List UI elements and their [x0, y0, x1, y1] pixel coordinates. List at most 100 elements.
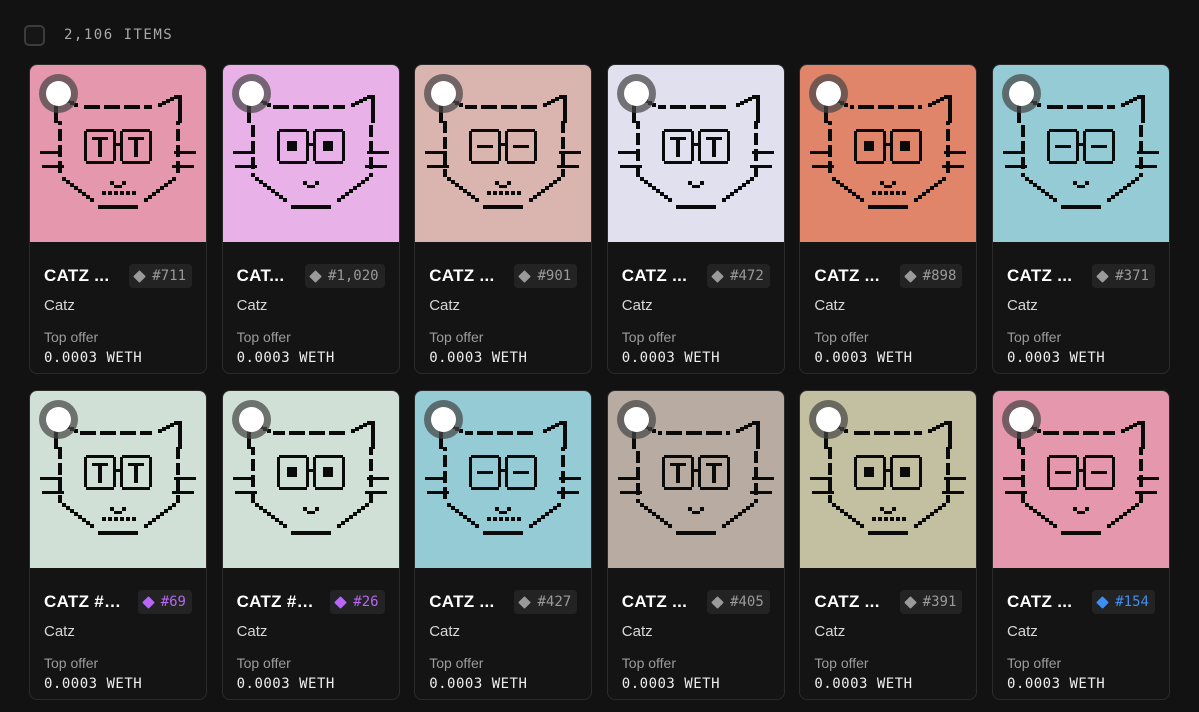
- nft-card[interactable]: CATZ ... #472 Catz Top offer 0.0003 WETH: [606, 64, 785, 374]
- nft-title[interactable]: CAT...: [237, 266, 285, 286]
- rarity-rank: #711: [152, 268, 186, 284]
- top-offer-label: Top offer: [1006, 329, 1062, 345]
- nft-card[interactable]: CAT... #1,020 Catz Top offer 0.0003 WETH: [221, 64, 400, 374]
- select-dot: [46, 407, 71, 432]
- title-row: CATZ #1... #69: [44, 590, 192, 614]
- collection-name[interactable]: Catz: [622, 297, 653, 314]
- rarity-diamond-icon: [1096, 269, 1110, 283]
- nft-card[interactable]: CATZ ... #711 Catz Top offer 0.0003 WETH: [29, 64, 207, 374]
- results-header: 2,106 ITEMS: [24, 24, 173, 46]
- nft-title[interactable]: CATZ ...: [429, 592, 494, 612]
- nft-title[interactable]: CATZ ...: [814, 266, 879, 286]
- rarity-rank-badge[interactable]: #711: [129, 264, 192, 288]
- title-row: CATZ ... #405: [622, 590, 770, 614]
- nft-image[interactable]: [992, 391, 1169, 568]
- collection-name[interactable]: Catz: [1007, 297, 1038, 314]
- top-offer-value: 0.0003 WETH: [1006, 676, 1106, 692]
- collection-name[interactable]: Catz: [237, 623, 268, 640]
- select-dot: [816, 81, 842, 106]
- rarity-rank-badge[interactable]: #405: [707, 590, 770, 614]
- collection-name[interactable]: Catz: [814, 297, 845, 314]
- nft-image[interactable]: [607, 65, 784, 242]
- nft-image[interactable]: [607, 391, 784, 568]
- nft-title[interactable]: CATZ #1...: [237, 592, 315, 612]
- nft-image[interactable]: [222, 65, 399, 242]
- nft-image[interactable]: [800, 65, 977, 242]
- nft-image[interactable]: [992, 65, 1169, 242]
- top-offer-value: 0.0003 WETH: [621, 676, 720, 692]
- top-offer-label: Top offer: [429, 329, 484, 345]
- top-offer-label: Top offer: [236, 329, 291, 345]
- collection-name[interactable]: Catz: [622, 623, 653, 640]
- collection-name[interactable]: Catz: [1007, 623, 1038, 640]
- nft-title[interactable]: CATZ ...: [1007, 266, 1072, 286]
- nft-image[interactable]: [30, 391, 206, 568]
- nft-card[interactable]: CATZ #1... #69 Catz Top offer 0.0003 WET…: [29, 390, 207, 700]
- title-row: CATZ #1... #26: [237, 590, 385, 614]
- collection-name[interactable]: Catz: [429, 623, 460, 640]
- select-item-toggle[interactable]: [616, 400, 656, 439]
- select-item-toggle[interactable]: [39, 74, 78, 113]
- select-dot: [238, 407, 264, 432]
- collection-name[interactable]: Catz: [814, 623, 845, 640]
- rarity-rank-badge[interactable]: #1,020: [305, 264, 385, 288]
- collection-name[interactable]: Catz: [237, 297, 268, 314]
- top-offer-label: Top offer: [429, 655, 484, 671]
- rarity-rank-badge[interactable]: #427: [514, 590, 578, 614]
- rarity-rank-badge[interactable]: #26: [330, 590, 385, 614]
- nft-title[interactable]: CATZ ...: [814, 592, 879, 612]
- nft-image[interactable]: [415, 65, 592, 242]
- nft-card[interactable]: CATZ ... #405 Catz Top offer 0.0003 WETH: [606, 390, 785, 700]
- nft-card[interactable]: CATZ ... #391 Catz Top offer 0.0003 WETH: [799, 390, 978, 700]
- select-item-toggle[interactable]: [1001, 74, 1041, 113]
- nft-card[interactable]: CATZ ... #901 Catz Top offer 0.0003 WETH: [414, 64, 593, 374]
- select-dot: [431, 81, 457, 106]
- rarity-diamond-icon: [711, 269, 724, 283]
- rarity-rank-badge[interactable]: #901: [514, 264, 578, 288]
- nft-card[interactable]: CATZ ... #427 Catz Top offer 0.0003 WETH: [414, 390, 593, 700]
- nft-title[interactable]: CATZ ...: [429, 266, 494, 286]
- select-all-checkbox[interactable]: [24, 24, 45, 46]
- top-offer-value: 0.0003 WETH: [44, 676, 143, 692]
- title-row: CATZ ... #472: [622, 264, 770, 288]
- rarity-rank-badge[interactable]: #472: [707, 264, 770, 288]
- select-item-toggle[interactable]: [616, 74, 656, 113]
- nft-title[interactable]: CATZ ...: [622, 266, 687, 286]
- rarity-rank-badge[interactable]: #371: [1092, 264, 1155, 288]
- rarity-rank-badge[interactable]: #69: [137, 590, 192, 614]
- rarity-rank-badge[interactable]: #154: [1092, 590, 1155, 614]
- rarity-diamond-icon: [711, 595, 724, 609]
- nft-title[interactable]: CATZ ...: [44, 266, 109, 286]
- nft-card[interactable]: CATZ #1... #26 Catz Top offer 0.0003 WET…: [221, 390, 400, 700]
- select-item-toggle[interactable]: [39, 400, 78, 439]
- rarity-rank-badge[interactable]: #898: [899, 264, 963, 288]
- title-row: CATZ ... #371: [1007, 264, 1155, 288]
- nft-card[interactable]: CATZ ... #371 Catz Top offer 0.0003 WETH: [991, 64, 1170, 374]
- select-item-toggle[interactable]: [1001, 400, 1041, 439]
- select-item-toggle[interactable]: [231, 74, 271, 113]
- rarity-rank: #69: [160, 594, 186, 610]
- collection-name[interactable]: Catz: [429, 297, 460, 314]
- select-dot: [816, 407, 842, 432]
- collection-name[interactable]: Catz: [44, 623, 75, 640]
- nft-image[interactable]: [222, 391, 399, 568]
- nft-image[interactable]: [415, 391, 592, 568]
- top-offer-label: Top offer: [44, 329, 99, 345]
- nft-title[interactable]: CATZ ...: [622, 592, 687, 612]
- select-item-toggle[interactable]: [424, 74, 464, 113]
- nft-title[interactable]: CATZ ...: [1007, 592, 1072, 612]
- rarity-rank: #1,020: [328, 268, 379, 284]
- nft-card[interactable]: CATZ ... #898 Catz Top offer 0.0003 WETH: [799, 64, 978, 374]
- title-row: CATZ ... #898: [814, 264, 963, 288]
- nft-image[interactable]: [30, 65, 206, 242]
- nft-image[interactable]: [800, 391, 977, 568]
- select-item-toggle[interactable]: [231, 400, 271, 439]
- top-offer-value: 0.0003 WETH: [621, 350, 720, 366]
- rarity-diamond-icon: [903, 269, 917, 283]
- rarity-rank-badge[interactable]: #391: [899, 590, 963, 614]
- select-item-toggle[interactable]: [424, 400, 464, 439]
- nft-title[interactable]: CATZ #1...: [44, 592, 122, 612]
- collection-name[interactable]: Catz: [44, 297, 75, 314]
- nft-card[interactable]: CATZ ... #154 Catz Top offer 0.0003 WETH: [991, 390, 1170, 700]
- top-offer-value: 0.0003 WETH: [814, 676, 913, 692]
